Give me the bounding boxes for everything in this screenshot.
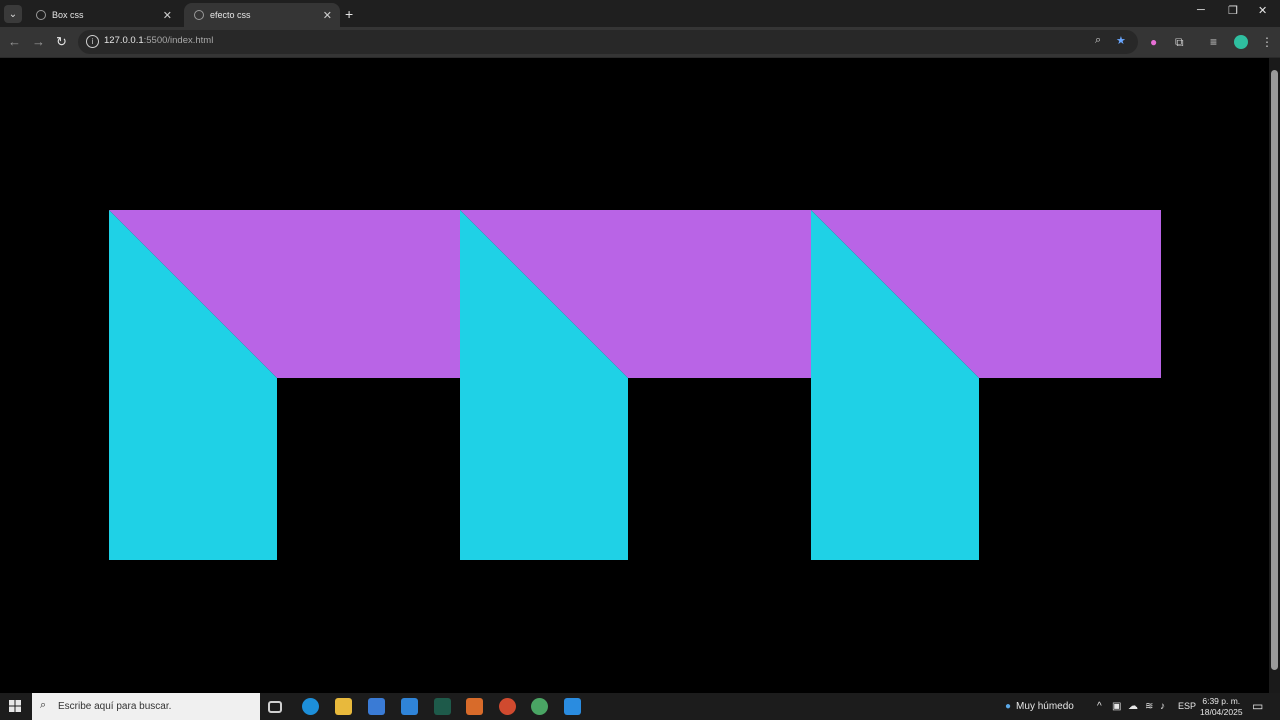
url-text[interactable]: 127.0.0.1:5500/index.html — [104, 35, 213, 46]
tray-chevron-icon[interactable]: ^ — [1097, 701, 1102, 712]
site-info-icon[interactable]: i — [86, 35, 99, 48]
vscode-icon[interactable] — [564, 698, 581, 715]
page-viewport — [0, 58, 1269, 693]
weather-widget[interactable]: ● Muy húmedo — [1005, 701, 1074, 712]
minimize-icon[interactable]: ─ — [1197, 4, 1205, 16]
close-icon[interactable]: ✕ — [163, 9, 172, 22]
volume-icon[interactable]: ♪ — [1160, 701, 1165, 712]
globe-icon — [36, 10, 46, 20]
globe-icon — [194, 10, 204, 20]
powerpoint-icon[interactable] — [499, 698, 516, 715]
page-scrollbar[interactable] — [1269, 58, 1280, 693]
menu-kebab-icon[interactable]: ⋮ — [1261, 35, 1273, 49]
taskbar-search-box[interactable]: ⌕ Escribe aquí para buscar. — [32, 693, 260, 720]
tab-title: Box css — [52, 10, 84, 20]
tab-box-css[interactable]: Box css ✕ — [26, 3, 180, 27]
edge-browser-icon[interactable] — [302, 698, 319, 715]
system-clock[interactable]: 6:39 p. m. 18/04/2025 — [1200, 696, 1243, 718]
tab-search-icon[interactable]: ⌄ — [4, 5, 22, 23]
file-explorer-icon[interactable] — [335, 698, 352, 715]
scrollbar-thumb[interactable] — [1271, 70, 1278, 670]
browser-tab-strip: ⌄ Box css ✕ efecto css ✕ + ─ ❐ ✕ — [0, 0, 1280, 27]
app-icon[interactable] — [466, 698, 483, 715]
clock-time: 6:39 p. m. — [1202, 696, 1241, 706]
search-placeholder: Escribe aquí para buscar. — [58, 701, 172, 712]
tray-app-icon[interactable]: ▣ — [1112, 701, 1121, 712]
back-icon[interactable]: ← — [8, 34, 21, 49]
address-bar[interactable]: i 127.0.0.1:5500/index.html ⌕ ★ — [78, 30, 1138, 54]
close-icon[interactable]: ✕ — [323, 9, 332, 22]
extension-icon[interactable]: ● — [1150, 35, 1157, 49]
chrome-icon[interactable] — [531, 698, 548, 715]
windows-taskbar: ⌕ Escribe aquí para buscar. ● Muy húmedo … — [0, 693, 1280, 720]
extensions-puzzle-icon[interactable]: ⧉ — [1175, 35, 1184, 50]
browser-toolbar: ← → ↻ i 127.0.0.1:5500/index.html ⌕ ★ ● … — [0, 27, 1280, 58]
weather-drop-icon: ● — [1005, 701, 1012, 712]
language-indicator[interactable]: ESP — [1178, 701, 1196, 711]
windows-start-icon[interactable] — [9, 700, 21, 712]
terminal-app-icon[interactable] — [434, 698, 451, 715]
search-icon: ⌕ — [40, 699, 47, 711]
wifi-icon[interactable]: ≋ — [1145, 701, 1153, 712]
notifications-icon[interactable]: ▭ — [1252, 699, 1263, 713]
window-close-icon[interactable]: ✕ — [1258, 4, 1267, 17]
restore-icon[interactable]: ❐ — [1228, 4, 1238, 17]
store-icon[interactable] — [368, 698, 385, 715]
media-control-icon[interactable]: ≡ — [1210, 35, 1217, 49]
onedrive-icon[interactable]: ☁ — [1128, 701, 1138, 712]
zoom-icon[interactable]: ⌕ — [1095, 34, 1101, 47]
tab-efecto-css[interactable]: efecto css ✕ — [184, 3, 340, 27]
tab-title: efecto css — [210, 10, 251, 20]
task-view-icon[interactable] — [268, 701, 282, 713]
css-shapes-artwork — [0, 58, 1269, 693]
reload-icon[interactable]: ↻ — [56, 34, 67, 50]
clock-date: 18/04/2025 — [1200, 707, 1243, 717]
new-tab-icon[interactable]: + — [345, 6, 353, 22]
forward-icon[interactable]: → — [32, 34, 45, 49]
bookmark-star-icon[interactable]: ★ — [1116, 34, 1126, 47]
mail-icon[interactable] — [401, 698, 418, 715]
profile-avatar-icon[interactable] — [1234, 35, 1248, 49]
